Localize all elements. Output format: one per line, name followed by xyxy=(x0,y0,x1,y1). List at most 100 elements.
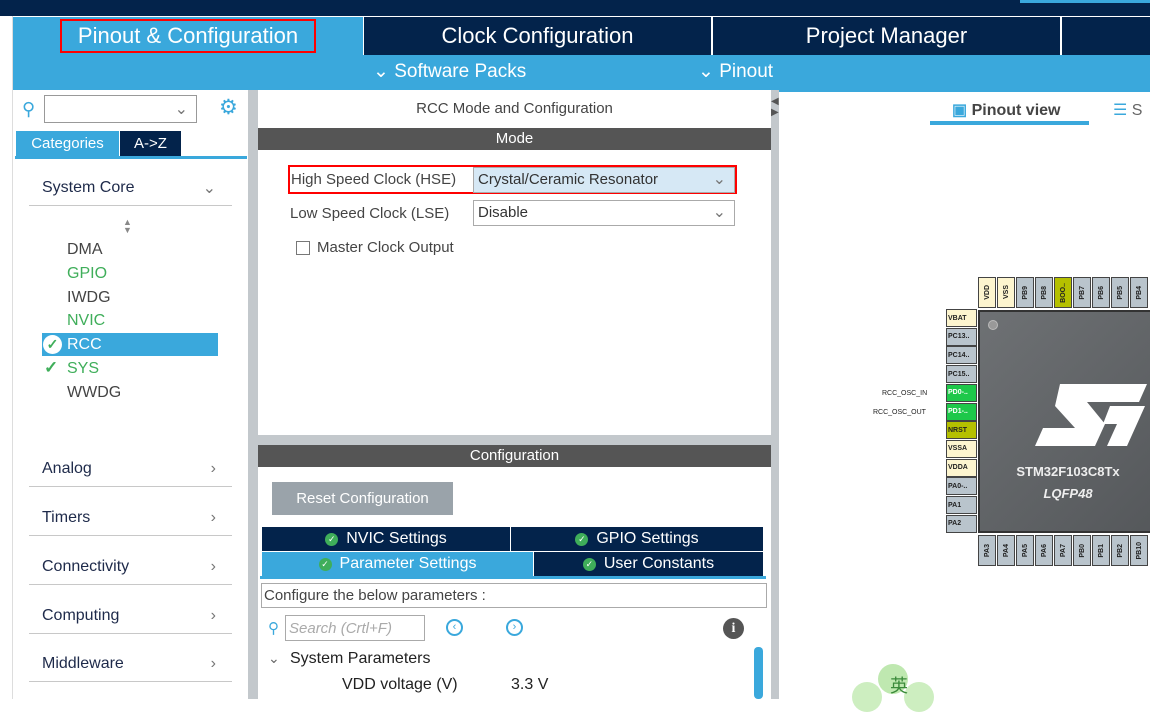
pin-pc14[interactable]: PC14.. xyxy=(946,346,977,365)
pin-vssa[interactable]: VSSA xyxy=(946,439,977,458)
pin-pa3[interactable]: PA3 xyxy=(978,535,996,566)
chip-package: LQFP48 xyxy=(1043,486,1093,501)
pin-nrst[interactable]: NRST xyxy=(946,421,977,440)
pin-pb4[interactable]: PB4 xyxy=(1130,277,1148,308)
sidebar-item-nvic[interactable]: NVIC xyxy=(67,312,105,330)
chevron-down-icon: ⌄ xyxy=(712,171,726,188)
sidebar-item-gpio[interactable]: GPIO xyxy=(67,265,107,283)
sidebar-item-dma[interactable]: DMA xyxy=(67,241,103,259)
signal-label-osc-out: RCC_OSC_OUT xyxy=(873,409,926,416)
tab-user-constants[interactable]: ✓ User Constants xyxy=(534,552,763,576)
previous-icon[interactable]: ‹ xyxy=(446,619,463,636)
pin-pb7[interactable]: PB7 xyxy=(1073,277,1091,308)
sidebar-item-sys[interactable]: SYS xyxy=(67,360,99,378)
pin-pb5[interactable]: PB5 xyxy=(1111,277,1129,308)
pin-pa5[interactable]: PA5 xyxy=(1016,535,1034,566)
splitter-left[interactable] xyxy=(248,90,258,699)
pin-vbat[interactable]: VBAT xyxy=(946,309,977,327)
group-system-parameters[interactable]: System Parameters xyxy=(290,650,430,668)
pin-pb0[interactable]: PB0 xyxy=(1073,535,1091,566)
category-system-core[interactable]: System Core ⌄ xyxy=(29,170,232,206)
panel-divider[interactable] xyxy=(258,435,771,445)
pin-pb9[interactable]: PB9 xyxy=(1016,277,1034,308)
tab-clock-configuration[interactable]: Clock Configuration xyxy=(364,17,711,55)
tab-underline xyxy=(15,156,247,159)
chip-icon: ▣ xyxy=(952,102,968,119)
tab-nvic-settings[interactable]: ✓ NVIC Settings xyxy=(262,527,510,551)
pin-pa4[interactable]: PA4 xyxy=(997,535,1015,566)
parameter-search-input[interactable]: Search (Crtl+F) xyxy=(285,615,425,641)
pin-label: PB0 xyxy=(1078,543,1086,558)
pin-pa1[interactable]: PA1 xyxy=(946,496,977,514)
category-middleware[interactable]: Middleware › xyxy=(29,646,232,682)
pin-pd1[interactable]: PD1-.. xyxy=(946,402,977,421)
search-icon: ⚲ xyxy=(268,620,279,637)
tab-gpio-settings[interactable]: ✓ GPIO Settings xyxy=(511,527,763,551)
pin-pb8[interactable]: PB8 xyxy=(1035,277,1053,308)
pinout-menu[interactable]: ⌄ Pinout xyxy=(698,60,773,83)
category-timers[interactable]: Timers › xyxy=(29,500,232,536)
tab-label: Pinout view xyxy=(971,102,1061,119)
scrollbar[interactable] xyxy=(754,647,763,699)
tab-categories[interactable]: Categories xyxy=(16,131,119,156)
tab-project-manager[interactable]: Project Manager xyxy=(713,17,1060,55)
pin-vss[interactable]: VSS xyxy=(997,277,1015,308)
param-value[interactable]: 3.3 V xyxy=(511,676,548,694)
tab-pinout-configuration[interactable]: Pinout & Configuration xyxy=(13,17,363,55)
pin-vdd[interactable]: VDD xyxy=(978,277,996,308)
tab-parameter-settings[interactable]: ✓ Parameter Settings xyxy=(262,552,533,576)
category-label: System Core xyxy=(42,178,135,196)
chevron-down-icon: ⌄ xyxy=(174,101,188,118)
param-name: VDD voltage (V) xyxy=(342,676,458,693)
splitter-right[interactable]: ◀ ▶ xyxy=(771,90,779,699)
pin-pb6[interactable]: PB6 xyxy=(1092,277,1110,308)
pin-label: PA3 xyxy=(983,543,991,558)
sidebar-item-iwdg[interactable]: IWDG xyxy=(67,289,111,307)
collapse-arrow-icon[interactable]: ◀ ▶ xyxy=(771,96,779,118)
category-label: Middleware xyxy=(42,654,124,672)
pin-pd0[interactable]: PD0-.. xyxy=(946,383,977,402)
check-circle-icon: ✓ xyxy=(575,532,589,546)
sidebar-item-rcc[interactable]: RCC xyxy=(67,336,102,354)
pin-pa0[interactable]: PA0-.. xyxy=(946,477,977,496)
tab-label: S xyxy=(1131,102,1143,119)
pin-pc15[interactable]: PC15.. xyxy=(946,365,977,384)
watermark: 英 xyxy=(852,662,942,712)
pin-boo[interactable]: BOO.. xyxy=(1054,277,1072,308)
lse-select[interactable]: Disable ⌄ xyxy=(473,200,735,226)
tab-pinout-view[interactable]: ▣ Pinout view xyxy=(952,100,1060,120)
lse-label: Low Speed Clock (LSE) xyxy=(290,205,450,222)
next-icon[interactable]: › xyxy=(506,619,523,636)
hse-select[interactable]: Crystal/Ceramic Resonator ⌄ xyxy=(473,167,735,193)
pin-pb1[interactable]: PB1 xyxy=(1092,535,1110,566)
pin-vdda[interactable]: VDDA xyxy=(946,458,977,477)
software-packs-menu[interactable]: ⌄ Software Packs xyxy=(373,60,526,83)
pin-pb2[interactable]: PB2 xyxy=(1111,535,1129,566)
pin-label: PB8 xyxy=(1040,285,1048,300)
tab-system-view[interactable]: ☰ S xyxy=(1113,100,1142,120)
chevron-down-icon[interactable]: ⌄ xyxy=(268,650,280,667)
gear-icon[interactable]: ⚙ xyxy=(219,95,238,120)
search-placeholder: Search (Crtl+F) xyxy=(289,620,392,637)
left-margin xyxy=(0,16,13,699)
pin-label: PD1-.. xyxy=(948,408,968,415)
tab-label: Clock Configuration xyxy=(441,23,634,48)
category-analog[interactable]: Analog › xyxy=(29,451,232,487)
reset-configuration-button[interactable]: Reset Configuration xyxy=(272,482,453,515)
tab-tools[interactable] xyxy=(1062,17,1150,55)
mco-label: Master Clock Output xyxy=(317,239,454,256)
tab-a-z[interactable]: A->Z xyxy=(120,131,181,156)
search-input[interactable]: ⌄ xyxy=(44,95,197,123)
category-computing[interactable]: Computing › xyxy=(29,598,232,634)
sidebar-item-wwdg[interactable]: WWDG xyxy=(67,384,121,402)
pin-pa2[interactable]: PA2 xyxy=(946,514,977,533)
pin-pc13[interactable]: PC13.. xyxy=(946,327,977,346)
pin-pa6[interactable]: PA6 xyxy=(1035,535,1053,566)
pin-pa7[interactable]: PA7 xyxy=(1054,535,1072,566)
info-icon[interactable]: i xyxy=(723,618,744,639)
pin-pb10[interactable]: PB10 xyxy=(1130,535,1148,566)
category-connectivity[interactable]: Connectivity › xyxy=(29,549,232,585)
title-strip xyxy=(0,0,1150,16)
scroll-up-icon[interactable]: ▲ ▼ xyxy=(123,218,132,235)
mco-checkbox[interactable] xyxy=(296,241,310,255)
